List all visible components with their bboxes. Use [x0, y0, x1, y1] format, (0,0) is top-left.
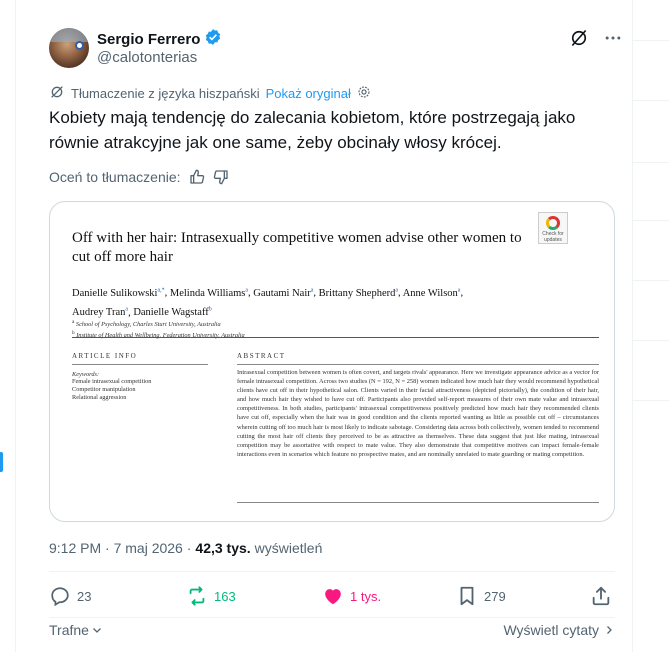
author-row: Sergio Ferrero [97, 28, 222, 51]
author-name-item: Danielle Sulikowskia,* [72, 287, 165, 299]
chevron-down-icon [93, 628, 101, 633]
article-info-heading: ARTICLE INFO [72, 352, 138, 360]
author-name-item: Audrey Trana [72, 306, 129, 319]
check-for-updates-badge: Check for updates [538, 212, 568, 244]
view-quotes-label: Wyświetl cytaty [503, 622, 599, 638]
keyword-item: Female intrasexual competition [72, 378, 152, 385]
tweet-text: Kobiety mają tendencję do zalecania kobi… [49, 108, 576, 152]
keywords-heading: Keywords: [72, 371, 100, 378]
tweet-meta: 9:12 PM · 7 maj 2026 · 42,3 tys. wyświet… [49, 540, 322, 556]
verified-badge-icon [204, 28, 222, 51]
reply-button[interactable]: 23 [49, 585, 91, 607]
repost-button[interactable]: 163 [186, 585, 236, 607]
thumbs-down-icon[interactable] [213, 169, 229, 185]
keywords-list: Female intrasexual competition Competito… [72, 378, 151, 402]
abstract-text: Intrasexual competition between women is… [237, 369, 599, 458]
thumbs-up-icon[interactable] [189, 169, 205, 185]
paper-screenshot: Off with her hair: Intrasexually competi… [72, 212, 600, 512]
abstract-heading: ABSTRACT [237, 352, 286, 360]
author-name[interactable]: Sergio Ferrero [97, 31, 200, 48]
rate-translation: Oceń to tłumaczenie: [49, 169, 229, 185]
right-sidebar-edge [633, 0, 669, 652]
tweet-timestamp[interactable]: 9:12 PM · 7 maj 2026 · [49, 540, 191, 556]
grok-translate-icon [49, 84, 65, 103]
author-name-item: Anne Wilsona [402, 287, 461, 299]
sort-label: Trafne [49, 622, 89, 638]
bookmark-icon [460, 586, 474, 606]
settings-icon[interactable] [357, 85, 371, 102]
tweet-detail: Sergio Ferrero @calotonterias Tłumaczeni… [17, 0, 632, 652]
like-button[interactable]: 1 tys. [322, 585, 381, 607]
paper-authors: Danielle Sulikowskia,*, Melinda Williams… [72, 287, 464, 319]
views-count: 42,3 tys. [195, 540, 251, 556]
attached-image[interactable]: Off with her hair: Intrasexually competi… [49, 201, 615, 522]
grok-icon[interactable] [569, 28, 589, 48]
repost-icon [189, 586, 205, 606]
rate-translation-label: Oceń to tłumaczenie: [49, 169, 181, 185]
paper-title: Off with her hair: Intrasexually competi… [72, 230, 522, 265]
bookmark-button[interactable]: 279 [456, 585, 506, 607]
share-icon [592, 586, 610, 606]
reply-count: 23 [77, 588, 92, 604]
translation-notice: Tłumaczenie z języka hiszpański Pokaż or… [49, 84, 371, 103]
chevron-right-icon [607, 626, 612, 634]
divider [49, 617, 615, 618]
tweet-top-actions [569, 28, 623, 48]
views-label: wyświetleń [254, 540, 323, 556]
share-button[interactable] [590, 585, 612, 607]
heart-icon [325, 589, 341, 605]
left-nav-edge [0, 0, 16, 652]
tweet-actions: 23 163 1 tys. 279 [49, 585, 615, 615]
author-name-item: Danielle Wagstaffb [133, 306, 212, 319]
repost-count: 163 [214, 588, 236, 604]
keyword-item: Relational aggression [72, 394, 127, 401]
bookmark-count: 279 [484, 588, 506, 604]
sort-dropdown[interactable]: Trafne [49, 622, 103, 638]
author-handle[interactable]: @calotonterias [97, 49, 197, 66]
more-options-icon[interactable] [603, 28, 623, 48]
translated-from-label: Tłumaczenie z języka hiszpański [71, 86, 260, 101]
view-quotes-link[interactable]: Wyświetl cytaty [503, 622, 615, 638]
show-original-link[interactable]: Pokaż oryginał [266, 86, 351, 101]
author-name-item: Melinda Williamsa [169, 287, 249, 299]
nav-active-marker [0, 452, 3, 472]
avatar[interactable] [49, 28, 89, 68]
like-count: 1 tys. [350, 588, 382, 604]
reply-icon [51, 587, 69, 607]
keyword-item: Competitor manipulation [72, 386, 136, 393]
author-name-item: Gautami Naira [253, 287, 314, 299]
author-name-item: Brittany Shepherda [318, 287, 399, 299]
divider [49, 571, 615, 572]
